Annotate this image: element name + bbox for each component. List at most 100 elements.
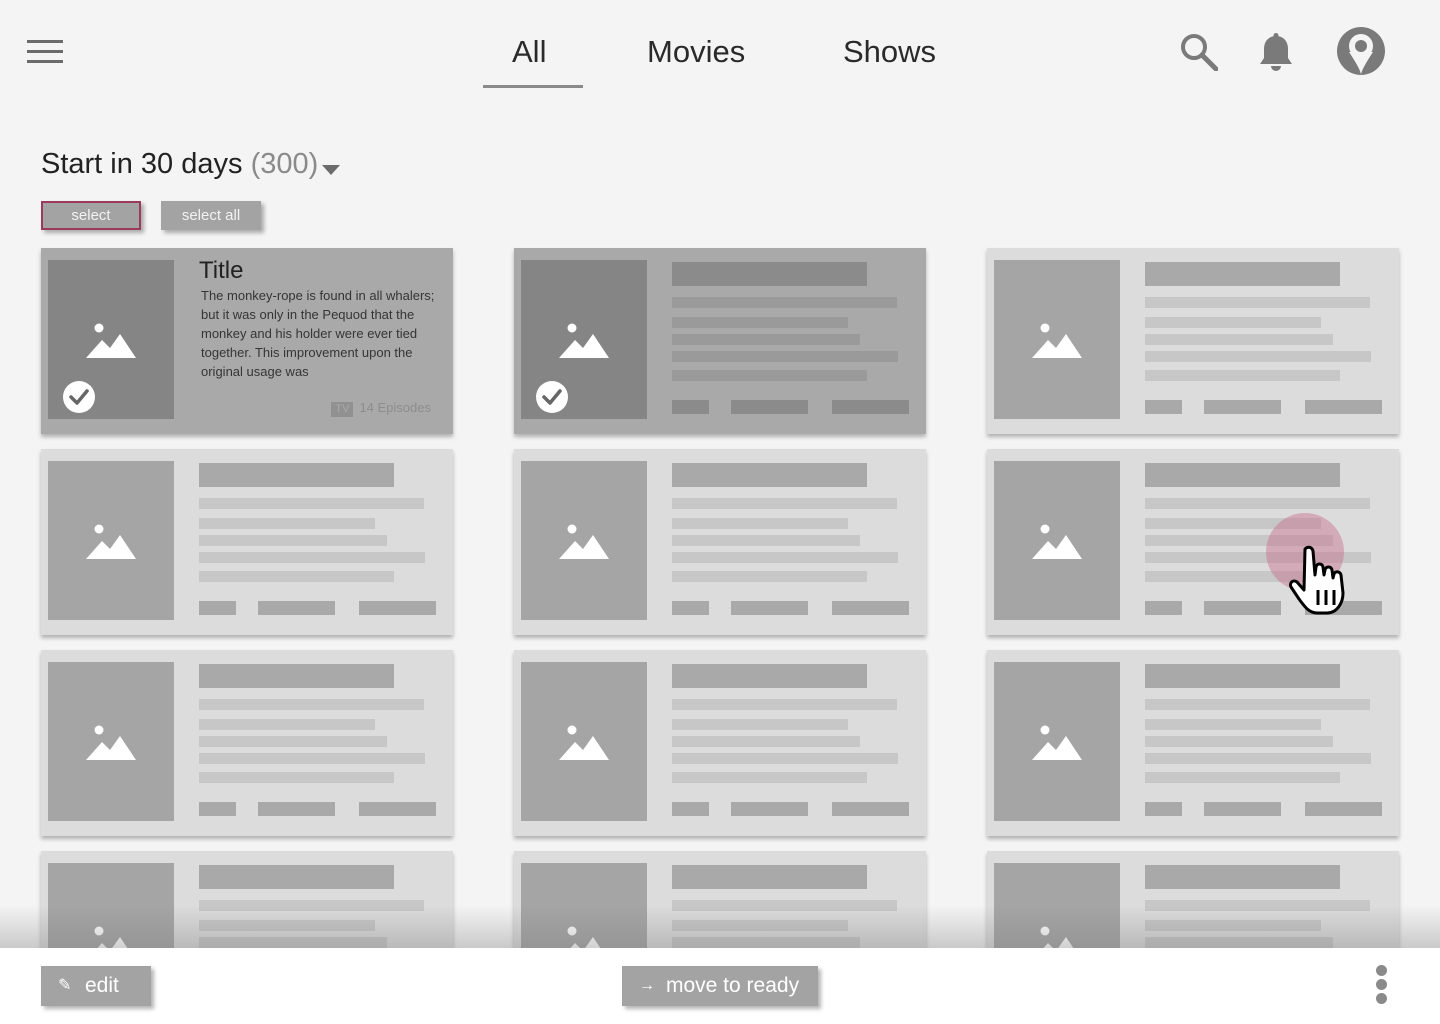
meta-placeholder	[1145, 802, 1182, 816]
title-placeholder	[199, 664, 394, 688]
image-placeholder-icon	[1032, 323, 1082, 358]
content-card[interactable]	[41, 449, 453, 635]
bottom-action-bar: ✎ edit → move to ready	[0, 948, 1440, 1024]
meta-placeholder	[731, 400, 808, 414]
text-line-placeholder	[672, 498, 897, 509]
meta-placeholder	[672, 400, 709, 414]
image-placeholder-icon	[86, 323, 136, 358]
text-line-placeholder	[199, 498, 424, 509]
chevron-down-icon[interactable]	[322, 165, 340, 175]
text-line-placeholder	[1145, 370, 1340, 381]
pencil-icon: ✎	[58, 977, 72, 994]
image-placeholder-icon	[559, 524, 609, 559]
select-all-button[interactable]: select all	[161, 201, 261, 230]
thumbnail	[48, 461, 174, 620]
content-card[interactable]	[41, 650, 453, 836]
search-icon[interactable]	[1180, 33, 1219, 72]
card-title: Title	[199, 257, 244, 284]
meta-placeholder	[731, 802, 808, 816]
thumbnail	[521, 260, 647, 419]
bell-icon[interactable]	[1258, 33, 1294, 73]
title-placeholder	[1145, 664, 1340, 688]
title-placeholder	[1145, 865, 1340, 889]
content-card[interactable]: Title The monkey-rope is found in all wha…	[41, 248, 453, 434]
image-placeholder-icon	[1032, 524, 1082, 559]
text-line-placeholder	[672, 518, 848, 529]
section-count: (300)	[250, 148, 319, 180]
title-placeholder	[1145, 262, 1340, 286]
text-line-placeholder	[1145, 317, 1321, 328]
hand-cursor-icon	[1285, 545, 1351, 622]
section-title-text: Start in 30 days	[41, 148, 243, 180]
text-line-placeholder	[672, 370, 867, 381]
check-icon	[536, 381, 568, 413]
meta-placeholder	[672, 802, 709, 816]
meta-placeholder	[832, 601, 909, 615]
image-placeholder-icon	[1032, 725, 1082, 760]
text-line-placeholder	[1145, 297, 1370, 308]
image-placeholder-icon	[559, 725, 609, 760]
text-line-placeholder	[672, 535, 860, 546]
title-placeholder	[1145, 463, 1340, 487]
move-label: move to ready	[666, 974, 800, 997]
content-card[interactable]	[987, 650, 1399, 836]
meta-placeholder	[1145, 400, 1182, 414]
bottom-shadow	[0, 905, 1440, 949]
content-card[interactable]	[514, 650, 926, 836]
thumbnail	[994, 260, 1120, 419]
text-line-placeholder	[199, 719, 375, 730]
text-line-placeholder	[672, 351, 898, 362]
text-line-placeholder	[1145, 719, 1321, 730]
text-line-placeholder	[672, 719, 848, 730]
meta-placeholder	[258, 601, 335, 615]
text-line-placeholder	[672, 334, 860, 345]
check-icon	[63, 381, 95, 413]
avatar-icon[interactable]	[1336, 26, 1386, 76]
meta-placeholder	[1204, 601, 1281, 615]
text-line-placeholder	[199, 772, 394, 783]
move-to-ready-button[interactable]: → move to ready	[622, 966, 818, 1006]
text-line-placeholder	[672, 772, 867, 783]
thumbnail	[48, 662, 174, 821]
content-card[interactable]	[514, 449, 926, 635]
text-line-placeholder	[199, 753, 425, 764]
title-placeholder	[672, 463, 867, 487]
meta-placeholder	[731, 601, 808, 615]
type-badge: TV	[331, 402, 354, 417]
meta-placeholder	[832, 400, 909, 414]
text-line-placeholder	[1145, 351, 1371, 362]
text-line-placeholder	[672, 552, 898, 563]
title-placeholder	[672, 262, 867, 286]
thumbnail	[994, 662, 1120, 821]
edit-button[interactable]: ✎ edit	[41, 966, 151, 1006]
card-description: The monkey-rope is found in all whalers;…	[201, 288, 435, 379]
card-meta: TV 14 Episodes	[331, 400, 431, 417]
meta-placeholder	[359, 802, 436, 816]
tab-all[interactable]: All	[512, 34, 546, 70]
edit-label: edit	[85, 974, 119, 997]
more-vertical-icon[interactable]	[1372, 965, 1390, 1009]
thumbnail	[521, 461, 647, 620]
thumbnail	[48, 260, 174, 419]
text-line-placeholder	[1145, 498, 1370, 509]
meta-placeholder	[258, 802, 335, 816]
text-line-placeholder	[199, 518, 375, 529]
title-placeholder	[672, 664, 867, 688]
content-card[interactable]	[514, 248, 926, 434]
meta-placeholder	[199, 601, 236, 615]
active-tab-indicator	[483, 85, 583, 88]
tab-movies[interactable]: Movies	[647, 34, 745, 70]
text-line-placeholder	[199, 535, 387, 546]
text-line-placeholder	[1145, 772, 1340, 783]
meta-placeholder	[1145, 601, 1182, 615]
select-button[interactable]: select	[41, 201, 141, 230]
meta-placeholder	[199, 802, 236, 816]
meta-placeholder	[672, 601, 709, 615]
text-line-placeholder	[199, 736, 387, 747]
tab-shows[interactable]: Shows	[843, 34, 936, 70]
title-placeholder	[199, 865, 394, 889]
content-card[interactable]	[987, 248, 1399, 434]
text-line-placeholder	[672, 317, 848, 328]
text-line-placeholder	[199, 571, 394, 582]
menu-icon[interactable]	[27, 40, 63, 64]
